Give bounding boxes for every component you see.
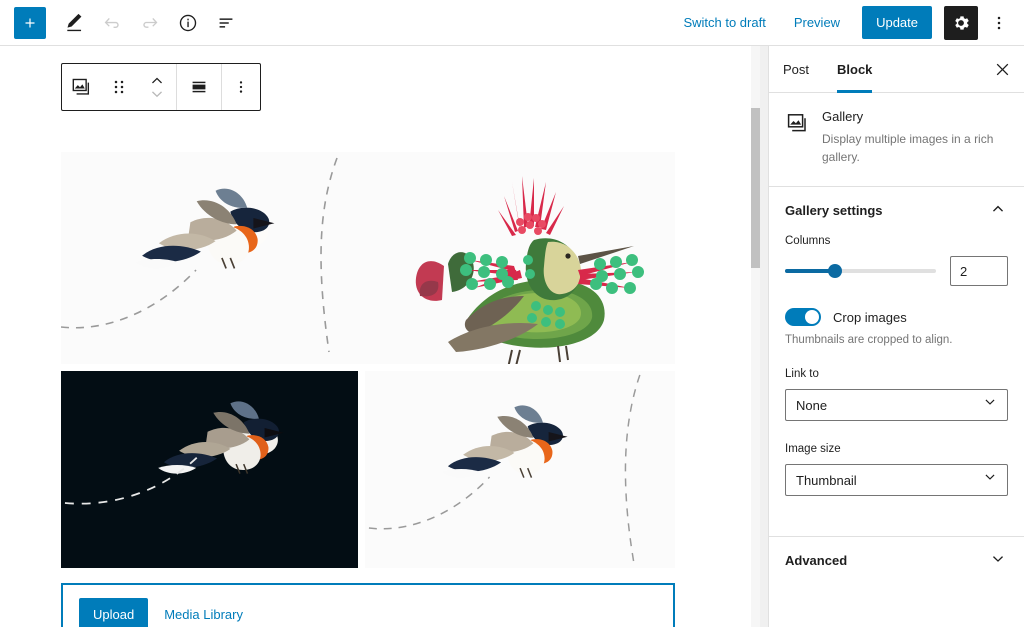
add-block-button[interactable] bbox=[14, 6, 46, 39]
media-library-button[interactable]: Media Library bbox=[154, 601, 253, 627]
canvas-scroll-region: Upload Media Library Write gallery capti… bbox=[0, 46, 768, 627]
settings-gear-button[interactable] bbox=[944, 5, 978, 40]
chevron-down-icon bbox=[988, 549, 1008, 572]
canvas-scrollbar-thumb[interactable] bbox=[751, 108, 760, 268]
wordpress-block-editor: Switch to draft Preview Update Upload Me… bbox=[0, 0, 1024, 627]
columns-slider-thumb[interactable] bbox=[827, 264, 842, 278]
close-sidebar-button[interactable] bbox=[980, 46, 1024, 92]
plus-icon bbox=[25, 18, 35, 27]
post-content-document: Upload Media Library Write gallery capti… bbox=[0, 46, 752, 627]
gallery-row-1 bbox=[61, 152, 675, 364]
undo-icon bbox=[104, 17, 119, 28]
editor-body: Upload Media Library Write gallery capti… bbox=[0, 46, 1024, 627]
block-toolbar-group-more bbox=[222, 64, 260, 110]
undo-button[interactable] bbox=[94, 5, 130, 41]
block-toolbar-group-main bbox=[62, 64, 176, 110]
align-button[interactable] bbox=[177, 64, 221, 110]
sidebar-tabs: Post Block bbox=[769, 46, 1024, 93]
tab-block[interactable]: Block bbox=[823, 46, 886, 93]
link-to-label: Link to bbox=[785, 368, 819, 380]
header-left-tools bbox=[8, 5, 244, 41]
block-description: Display multiple images in a rich galler… bbox=[822, 132, 994, 164]
chevron-up-icon bbox=[988, 199, 1008, 222]
columns-control-row: 2 bbox=[785, 256, 1008, 286]
gallery-settings-panel-header[interactable]: Gallery settings bbox=[769, 187, 1024, 235]
list-view-icon bbox=[219, 17, 233, 28]
gallery-icon-svg bbox=[787, 114, 806, 132]
block-info-card: Gallery Display multiple images in a ric… bbox=[769, 93, 1024, 187]
gallery-image-4[interactable] bbox=[364, 371, 675, 568]
redo-button[interactable] bbox=[132, 5, 168, 41]
block-movers bbox=[138, 73, 176, 101]
block-info-text: Gallery Display multiple images in a ric… bbox=[822, 109, 1008, 166]
crop-images-help: Thumbnails are cropped to align. bbox=[785, 334, 953, 346]
block-title: Gallery bbox=[822, 109, 864, 124]
more-options-button[interactable] bbox=[982, 5, 1016, 41]
gallery-row-2 bbox=[61, 364, 675, 568]
gallery-image-2[interactable] bbox=[368, 152, 675, 364]
link-to-select[interactable]: None bbox=[785, 389, 1008, 421]
image-size-select-wrap: Thumbnail bbox=[785, 464, 1008, 496]
link-to-select-wrap: None bbox=[785, 389, 1008, 421]
drag-dots-icon bbox=[114, 80, 124, 94]
update-button[interactable]: Update bbox=[862, 6, 932, 39]
gallery-upload-placeholder[interactable]: Upload Media Library bbox=[61, 583, 675, 627]
editor-canvas: Upload Media Library Write gallery capti… bbox=[0, 46, 768, 627]
gallery-settings-title: Gallery settings bbox=[785, 203, 883, 218]
toggle-knob bbox=[805, 310, 819, 324]
block-more-options-button[interactable] bbox=[222, 64, 260, 110]
block-type-button[interactable] bbox=[62, 64, 100, 110]
upload-button[interactable]: Upload bbox=[79, 597, 149, 627]
gallery-image-1[interactable] bbox=[61, 152, 368, 364]
block-toolbar-group-align bbox=[177, 64, 221, 110]
gallery-icon bbox=[72, 78, 90, 95]
gallery-image-3[interactable] bbox=[61, 371, 358, 568]
align-center-icon bbox=[192, 81, 206, 93]
preview-button[interactable]: Preview bbox=[782, 9, 852, 36]
crop-images-row: Crop images bbox=[785, 308, 1008, 326]
move-down-button[interactable] bbox=[147, 87, 167, 101]
editor-header: Switch to draft Preview Update bbox=[0, 0, 1024, 46]
columns-number-input[interactable]: 2 bbox=[950, 256, 1008, 286]
columns-slider[interactable] bbox=[785, 264, 936, 278]
block-toolbar bbox=[61, 63, 261, 111]
tab-post[interactable]: Post bbox=[769, 46, 823, 92]
canvas-scrollbar[interactable] bbox=[751, 46, 760, 627]
switch-to-draft-button[interactable]: Switch to draft bbox=[671, 9, 777, 36]
chevron-up-icon-svg bbox=[993, 205, 1003, 212]
kebab-menu-icon bbox=[239, 81, 243, 93]
list-view-button[interactable] bbox=[208, 5, 244, 41]
gallery-settings-panel-body: Columns 2 Crop images Thumbnails are cro… bbox=[769, 235, 1024, 536]
advanced-panel-header[interactable]: Advanced bbox=[769, 537, 1024, 585]
bird-illustration-swallow-dark bbox=[158, 401, 284, 474]
redo-icon bbox=[143, 17, 158, 28]
columns-label: Columns bbox=[785, 235, 831, 247]
details-info-button[interactable] bbox=[170, 5, 206, 41]
kebab-menu-icon bbox=[997, 16, 1001, 29]
close-icon bbox=[996, 63, 1008, 75]
settings-sidebar: Post Block Gallery Display multiple imag… bbox=[768, 46, 1024, 627]
pencil-icon bbox=[67, 13, 82, 31]
gear-icon bbox=[955, 15, 969, 30]
gallery-icon bbox=[785, 111, 809, 135]
crop-images-label: Crop images bbox=[833, 309, 907, 325]
advanced-title: Advanced bbox=[785, 553, 848, 568]
drag-handle-button[interactable] bbox=[100, 64, 138, 110]
chevron-down-icon bbox=[152, 91, 162, 98]
move-up-button[interactable] bbox=[147, 73, 167, 87]
chevron-down-icon-svg bbox=[993, 556, 1003, 562]
image-size-select[interactable]: Thumbnail bbox=[785, 464, 1008, 496]
bird-illustration-swallow-light bbox=[135, 188, 275, 269]
header-right-actions: Switch to draft Preview Update bbox=[671, 5, 1016, 41]
info-icon bbox=[179, 14, 197, 31]
gallery-block[interactable] bbox=[61, 152, 675, 568]
chevron-up-icon bbox=[152, 77, 162, 84]
bird-illustration-swallow-light-2 bbox=[441, 405, 568, 478]
crop-images-toggle[interactable] bbox=[785, 308, 821, 326]
bird-illustration-hummingbird bbox=[415, 176, 644, 364]
tools-edit-button[interactable] bbox=[56, 5, 92, 41]
image-size-label: Image size bbox=[785, 443, 841, 455]
